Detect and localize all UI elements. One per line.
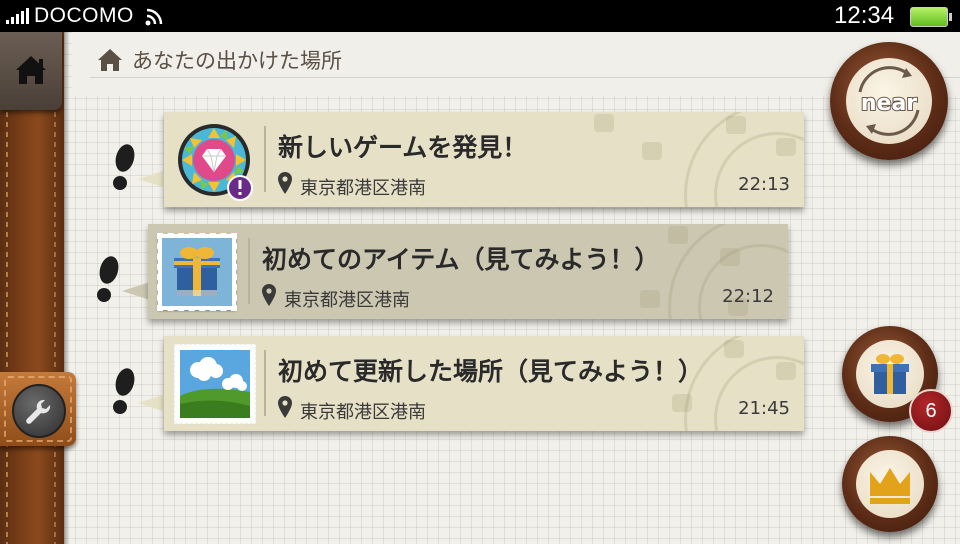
home-icon	[16, 56, 46, 84]
home-button[interactable]	[0, 32, 62, 110]
event-time: 22:13	[738, 174, 790, 195]
diamond-badge-icon	[178, 124, 253, 201]
settings-button[interactable]	[12, 384, 66, 438]
clock: 12:34	[834, 2, 895, 29]
footprint-icon	[97, 256, 119, 302]
gift-stamp-icon	[157, 233, 237, 311]
home-small-icon	[98, 49, 122, 71]
battery-icon	[910, 7, 952, 27]
landscape-stamp-icon	[174, 344, 256, 424]
event-location: 東京都港区港南	[284, 290, 410, 311]
near-button[interactable]: near	[830, 42, 948, 160]
gift-count-badge: 6	[909, 389, 953, 433]
near-logo-icon: near	[858, 66, 920, 136]
event-title: 初めてのアイテム（見てみよう！）	[262, 245, 660, 274]
crown-icon	[870, 468, 910, 504]
event-time: 21:45	[738, 398, 790, 419]
footprint-icon	[113, 144, 135, 190]
carrier-name: DOCOMO	[34, 4, 134, 27]
event-time: 22:12	[722, 286, 774, 307]
event-card-selected[interactable]: 初めてのアイテム（見てみよう！） 東京都港区港南 22:12	[148, 224, 788, 319]
location-pin-icon	[262, 284, 276, 306]
event-title: 新しいゲームを発見！	[278, 133, 528, 162]
event-title: 初めて更新した場所（見てみよう！）	[278, 357, 704, 386]
wrench-icon	[26, 399, 51, 424]
settings-tab[interactable]	[0, 372, 76, 446]
event-location: 東京都港区港南	[300, 402, 426, 423]
svg-text:near: near	[861, 91, 917, 116]
event-card[interactable]: 新しいゲームを発見！ 東京都港区港南 22:13	[164, 112, 804, 207]
event-location: 東京都港区港南	[300, 178, 426, 199]
location-pin-icon	[278, 396, 292, 418]
signal-strength-icon	[6, 8, 30, 24]
wifi-icon	[145, 8, 163, 26]
page-title: あなたの出かけた場所	[132, 49, 342, 73]
status-bar: DOCOMO 12:34	[0, 0, 960, 32]
event-card[interactable]: 初めて更新した場所（見てみよう！） 東京都港区港南 21:45	[164, 336, 804, 431]
location-pin-icon	[278, 172, 292, 194]
trophy-button[interactable]	[842, 436, 938, 532]
footprint-icon	[113, 368, 135, 414]
